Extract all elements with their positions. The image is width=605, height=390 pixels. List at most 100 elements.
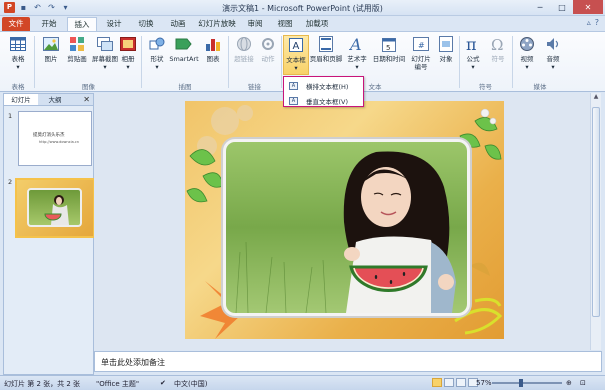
chevron-down-icon: ▾ bbox=[155, 63, 159, 71]
scroll-thumb[interactable] bbox=[592, 107, 600, 317]
group-label-links: 链接 bbox=[248, 83, 261, 91]
group-label-illustrations: 插图 bbox=[178, 83, 192, 91]
equation-button[interactable]: π 公式 ▾ bbox=[460, 35, 486, 71]
group-label-tables: 表格 bbox=[11, 83, 25, 91]
tab-transitions[interactable]: 切换 bbox=[131, 17, 161, 32]
maximize-button[interactable]: □ bbox=[551, 0, 573, 14]
chart-icon bbox=[204, 35, 222, 53]
slide-sorter-view-button[interactable] bbox=[444, 378, 454, 387]
video-button[interactable]: 视频 ▾ bbox=[514, 35, 540, 71]
group-label-media: 媒体 bbox=[533, 83, 547, 91]
reading-view-button[interactable] bbox=[456, 378, 466, 387]
ribbon-help: ▵ ? bbox=[587, 18, 599, 27]
header-footer-button[interactable]: 页眉和页脚 bbox=[309, 35, 343, 63]
tab-review[interactable]: 审阅 bbox=[241, 17, 269, 32]
object-button[interactable]: 对象 bbox=[434, 35, 458, 63]
globe-link-icon bbox=[235, 35, 253, 53]
group-divider bbox=[34, 36, 35, 88]
slide-counter: 幻灯片 第 2 张，共 2 张 bbox=[4, 380, 81, 388]
zoom-level[interactable]: 57% bbox=[476, 379, 492, 387]
theme-name[interactable]: "Office 主题" bbox=[96, 379, 139, 389]
spellcheck-icon[interactable]: ✔ bbox=[160, 379, 166, 387]
photo-placeholder[interactable] bbox=[223, 139, 470, 316]
minimize-ribbon-icon[interactable]: ▵ bbox=[587, 18, 591, 27]
header-footer-icon bbox=[317, 35, 335, 53]
language-indicator[interactable]: 中文(中国) bbox=[174, 379, 207, 389]
tab-slides[interactable]: 幻灯片 bbox=[4, 94, 38, 105]
slide-canvas[interactable] bbox=[185, 101, 504, 339]
datetime-button[interactable]: 5 日期和时间 bbox=[370, 35, 408, 63]
vertical-scrollbar[interactable]: ▲ bbox=[590, 93, 601, 350]
slide-number-button[interactable]: # 幻灯片 编号 bbox=[407, 35, 435, 71]
clipart-button[interactable]: 剪贴画 bbox=[62, 35, 92, 63]
chart-button[interactable]: 图表 bbox=[198, 35, 228, 63]
ribbon-tabs: 文件 开始 插入 设计 切换 动画 幻灯片放映 审阅 视图 加载项 ▵ ? bbox=[0, 16, 605, 32]
slides-pane: 幻灯片 大纲 ✕ 1 提莫灯消头乐杰 http://www.downxia.cn… bbox=[3, 93, 95, 375]
slide-thumbnail-1[interactable]: 提莫灯消头乐杰 http://www.downxia.cn bbox=[18, 111, 92, 166]
group-divider bbox=[281, 36, 282, 88]
vertical-textbox-icon: A bbox=[289, 96, 298, 105]
group-label-symbols: 符号 bbox=[479, 83, 492, 91]
screenshot-icon bbox=[96, 35, 114, 53]
close-button[interactable]: ✕ bbox=[573, 0, 603, 14]
tab-insert[interactable]: 插入 bbox=[67, 17, 97, 32]
omega-icon: Ω bbox=[489, 35, 507, 53]
group-divider bbox=[512, 36, 513, 88]
window-controls: ─ □ ✕ bbox=[529, 0, 603, 14]
photo-girl-watermelon bbox=[226, 142, 467, 313]
window-title: 演示文稿1 - Microsoft PowerPoint (试用版) bbox=[222, 4, 383, 13]
chevron-down-icon: ▾ bbox=[103, 63, 107, 71]
menu-item-horizontal-textbox[interactable]: A 横排文本框(H) bbox=[284, 79, 363, 92]
tab-addins[interactable]: 加载项 bbox=[301, 17, 333, 32]
table-icon bbox=[9, 35, 27, 53]
help-icon[interactable]: ? bbox=[595, 18, 599, 27]
wordart-button[interactable]: A 艺术字 ▾ bbox=[344, 35, 370, 71]
svg-text:A: A bbox=[349, 36, 362, 52]
chevron-down-icon: ▾ bbox=[294, 64, 298, 72]
svg-text:5: 5 bbox=[386, 44, 390, 52]
slide-thumbnail-2[interactable] bbox=[15, 178, 95, 238]
shapes-button[interactable]: 形状 ▾ bbox=[142, 35, 172, 71]
horizontal-textbox-icon: A bbox=[289, 81, 298, 90]
chevron-down-icon: ▾ bbox=[551, 63, 555, 71]
svg-text:A: A bbox=[293, 41, 300, 52]
close-icon[interactable]: ✕ bbox=[83, 95, 90, 104]
audio-button[interactable]: 音频 ▾ bbox=[540, 35, 566, 71]
tab-view[interactable]: 视图 bbox=[271, 17, 299, 32]
textbox-button[interactable]: A 文本框 ▾ bbox=[283, 35, 309, 75]
normal-view-button[interactable] bbox=[432, 378, 442, 387]
menu-item-vertical-textbox[interactable]: A 垂直文本框(V) bbox=[284, 94, 363, 107]
symbol-button[interactable]: Ω 符号 bbox=[485, 35, 511, 63]
tab-animations[interactable]: 动画 bbox=[163, 17, 193, 32]
tab-outline[interactable]: 大纲 bbox=[38, 94, 72, 105]
status-bar: 幻灯片 第 2 张，共 2 张 "Office 主题" ✔ 中文(中国) 57%… bbox=[0, 375, 605, 390]
table-button[interactable]: 表格 ▾ bbox=[3, 35, 33, 71]
album-button[interactable]: 相册 ▾ bbox=[113, 35, 143, 71]
scroll-up-icon[interactable]: ▲ bbox=[591, 93, 601, 103]
zoom-slider[interactable] bbox=[492, 382, 562, 384]
speaker-icon bbox=[544, 35, 562, 53]
fit-to-window-icon[interactable]: ⊡ bbox=[580, 379, 586, 387]
action-icon bbox=[259, 35, 277, 53]
svg-text:π: π bbox=[466, 36, 477, 52]
title-bar: P ▪ ↶ ↷ ▾ 演示文稿1 - Microsoft PowerPoint (… bbox=[0, 0, 605, 16]
chevron-down-icon: ▾ bbox=[16, 63, 20, 71]
smartart-button[interactable]: SmartArt bbox=[169, 35, 199, 63]
slide-editor bbox=[94, 93, 599, 350]
slides-pane-tabs: 幻灯片 大纲 ✕ bbox=[4, 94, 93, 106]
zoom-in-icon[interactable]: ⊕ bbox=[566, 379, 572, 387]
picture-icon bbox=[42, 35, 60, 53]
tab-file[interactable]: 文件 bbox=[2, 17, 30, 32]
action-button[interactable]: 动作 bbox=[253, 35, 283, 63]
notes-pane[interactable]: 单击此处添加备注 bbox=[94, 351, 602, 372]
slide-number: 1 bbox=[8, 112, 13, 120]
textbox-dropdown-menu: A 横排文本框(H) A 垂直文本框(V) bbox=[283, 76, 364, 107]
minimize-button[interactable]: ─ bbox=[529, 0, 551, 14]
slide-number: 2 bbox=[8, 178, 13, 186]
tab-slideshow[interactable]: 幻灯片放映 bbox=[195, 17, 239, 32]
tab-home[interactable]: 开始 bbox=[34, 17, 64, 32]
zoom-slider-thumb[interactable] bbox=[519, 379, 523, 387]
tab-design[interactable]: 设计 bbox=[99, 17, 129, 32]
group-label-images: 图像 bbox=[82, 83, 95, 91]
chevron-down-icon: ▾ bbox=[355, 63, 359, 71]
